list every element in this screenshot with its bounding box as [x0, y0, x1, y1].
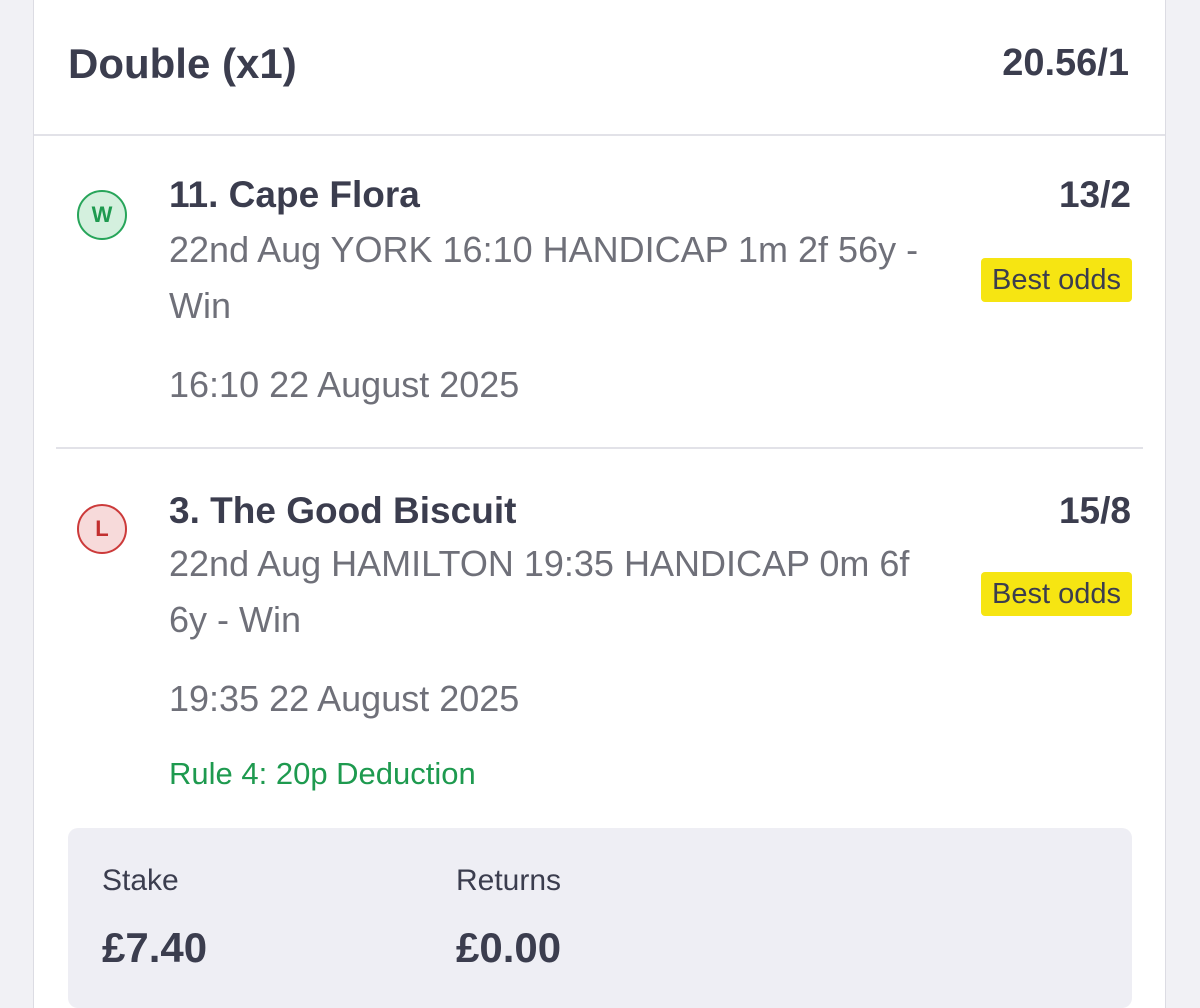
runner-name: 11. Cape Flora [169, 174, 420, 215]
selection-odds: 13/2 [1058, 174, 1131, 215]
lose-result-icon: L [77, 504, 127, 554]
rule4-deduction-note: Rule 4: 20p Deduction [169, 756, 476, 791]
selection-divider [56, 447, 1143, 449]
returns-value: £0.00 [456, 924, 562, 971]
event-time: 19:35 22 August 2025 [169, 678, 520, 719]
runner-name: 3. The Good Biscuit [169, 490, 517, 531]
best-odds-badge: Best odds [981, 572, 1132, 616]
selection-row: W 11. Cape Flora 22nd Aug YORK 16:10 HAN… [34, 134, 1165, 448]
stake-label: Stake [102, 864, 179, 897]
selection-row: L 3. The Good Biscuit 22nd Aug HAMILTON … [34, 450, 1165, 810]
win-result-icon: W [77, 190, 127, 240]
bet-type-title: Double (x1) [68, 40, 297, 87]
selection-odds: 15/8 [1058, 490, 1131, 531]
market-description: 22nd Aug HAMILTON 19:35 HANDICAP 0m 6f 6… [169, 543, 910, 640]
returns-block: Returns £0.00 [456, 864, 561, 972]
total-odds: 20.56/1 [1002, 42, 1129, 84]
best-odds-badge: Best odds [981, 258, 1132, 302]
returns-label: Returns [456, 864, 562, 897]
stake-block: Stake £7.40 [102, 864, 207, 972]
market-description: 22nd Aug YORK 16:10 HANDICAP 1m 2f 56y -… [169, 229, 919, 326]
bet-card: Double (x1) 20.56/1 W 11. Cape Flora 22n… [33, 0, 1166, 1008]
event-time: 16:10 22 August 2025 [169, 364, 520, 405]
bet-header: Double (x1) 20.56/1 [34, 0, 1165, 136]
stake-returns-summary: Stake £7.40 Returns £0.00 [68, 828, 1132, 1008]
stake-value: £7.40 [102, 924, 208, 971]
